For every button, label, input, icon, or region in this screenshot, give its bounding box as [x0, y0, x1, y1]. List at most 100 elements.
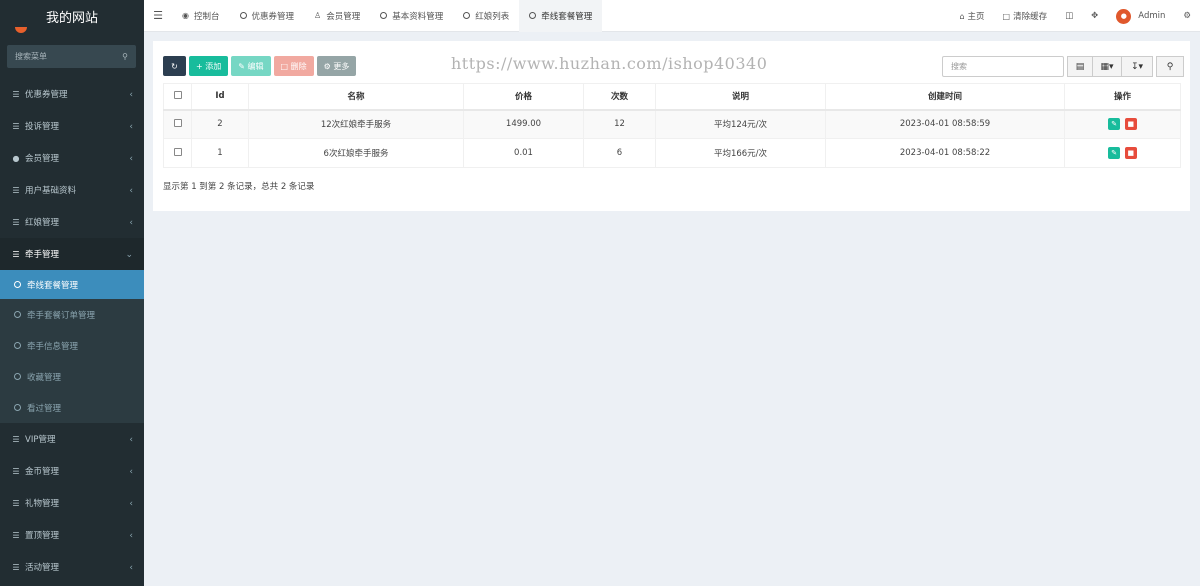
circle-icon [380, 12, 388, 19]
toggle-view-button[interactable]: ▤ [1067, 56, 1093, 77]
sidebar-item-gifts[interactable]: ☰ 礼物管理 ‹ [0, 487, 144, 519]
sidebar-item-pin-top[interactable]: ☰ 置顶管理 ‹ [0, 519, 144, 551]
cell-count: 12 [583, 109, 656, 139]
column-header-price[interactable]: 价格 [463, 83, 584, 111]
user-circle-icon: ● [12, 153, 20, 163]
sidebar-subitem-viewed[interactable]: 看过管理 [0, 392, 144, 423]
cell-count: 6 [583, 138, 656, 168]
avatar: ● [1116, 8, 1132, 24]
table-search-input[interactable]: 搜索 [942, 56, 1064, 77]
tab-dashboard[interactable]: ◉ 控制台 [172, 0, 230, 32]
refresh-button[interactable]: ↻ [163, 56, 186, 76]
brand-logo[interactable]: 我的网站 [0, 0, 144, 33]
plus-icon: + [196, 61, 203, 71]
language-button[interactable]: ◫ [1056, 11, 1082, 21]
sidebar-subitem-favorite[interactable]: 收藏管理 [0, 361, 144, 392]
fullscreen-button[interactable]: ✥ [1082, 11, 1107, 21]
user-menu[interactable]: ● Admin [1107, 8, 1174, 24]
tab-basic-profile[interactable]: 基本资料管理 [370, 0, 453, 32]
sidebar-subitem-label: 看过管理 [27, 403, 62, 414]
edit-button[interactable]: ✎ 编辑 [231, 56, 271, 76]
refresh-icon: ↻ [171, 61, 178, 71]
select-all-checkbox[interactable] [173, 90, 182, 99]
row-delete-button[interactable]: ■ [1124, 147, 1137, 159]
sidebar-item-matchmaker[interactable]: ☰ 红娘管理 ‹ [0, 206, 144, 238]
menu-search-input[interactable]: 搜索菜单 ⚲ [7, 45, 136, 68]
column-header-desc[interactable]: 说明 [655, 83, 826, 111]
tab-matchmaker-list[interactable]: 红娘列表 [453, 0, 519, 32]
pencil-icon: ✎ [1111, 120, 1118, 129]
tab-member[interactable]: ♙ 会员管理 [304, 0, 370, 32]
search-toggle-button[interactable]: ⚲ [1156, 56, 1184, 77]
list-icon: ☰ [12, 249, 20, 259]
columns-button[interactable]: ▦▾ [1092, 56, 1122, 77]
home-label: 主页 [967, 12, 985, 22]
table-row[interactable]: 1 6次红娘牵手服务 0.01 6 平均166元/次 2023-04-01 08… [163, 138, 1181, 168]
home-link[interactable]: ⌂ 主页 [950, 10, 993, 23]
delete-button[interactable]: □ 删除 [273, 56, 314, 76]
clear-cache-button[interactable]: □ 清除缓存 [994, 10, 1057, 23]
circle-icon [14, 311, 21, 318]
trash-icon: □ [1002, 11, 1011, 21]
row-edit-button[interactable]: ✎ [1108, 147, 1121, 159]
sidebar-subitem-label: 收藏管理 [27, 372, 62, 383]
cell-created: 2023-04-01 08:58:22 [825, 138, 1065, 168]
sidebar-item-handholding[interactable]: ☰ 牵手管理 ⌄ [0, 238, 144, 270]
table-row[interactable]: 2 12次红娘牵手服务 1499.00 12 平均124元/次 2023-04-… [163, 109, 1181, 139]
tab-package[interactable]: 牵线套餐管理 [519, 0, 603, 32]
column-header-name[interactable]: 名称 [248, 83, 464, 111]
sidebar-item-user-profile[interactable]: ☰ 用户基础资料 ‹ [0, 174, 144, 206]
cell-name: 6次红娘牵手服务 [248, 138, 464, 168]
more-label: 更多 [333, 61, 350, 71]
sidebar-item-label: 会员管理 [25, 154, 60, 164]
sidebar-item-label: VIP管理 [25, 435, 56, 445]
pagination-info: 显示第 1 到第 2 条记录，总共 2 条记录 [163, 182, 315, 192]
sidebar-subitem-package-order[interactable]: 牵手套餐订单管理 [0, 299, 144, 330]
search-icon[interactable]: ⚲ [122, 52, 128, 61]
sidebar-subitem-label: 牵手套餐订单管理 [27, 310, 96, 321]
search-icon: ⚲ [1166, 61, 1174, 72]
cell-actions: ✎ ■ [1064, 109, 1181, 139]
row-checkbox[interactable] [173, 147, 182, 156]
sidebar-subitem-info[interactable]: 牵手信息管理 [0, 330, 144, 361]
more-button[interactable]: ⚙ 更多 [316, 56, 357, 76]
sidebar-item-label: 投诉管理 [25, 122, 60, 132]
row-select-cell [163, 138, 192, 168]
row-edit-button[interactable]: ✎ [1108, 118, 1121, 131]
column-header-id[interactable]: Id [191, 83, 249, 111]
chevron-left-icon: ‹ [129, 154, 133, 164]
circle-icon [14, 404, 21, 411]
sidebar-subitem-package[interactable]: 牵线套餐管理 [0, 270, 144, 299]
cell-id: 2 [191, 109, 249, 139]
sidebar-item-vip[interactable]: ☰ VIP管理 ‹ [0, 423, 144, 455]
settings-button[interactable]: ⚙ [1174, 11, 1200, 21]
sidebar: 我的网站 搜索菜单 ⚲ ☰ 优惠券管理 ‹ ☰ 投诉管理 ‹ ● 会员管理 ‹ … [0, 0, 144, 586]
sidebar-subitem-label: 牵线套餐管理 [27, 280, 79, 291]
sidebar-item-coupon[interactable]: ☰ 优惠券管理 ‹ [0, 78, 144, 110]
tab-coupon[interactable]: 优惠券管理 [230, 0, 305, 32]
sidebar-item-coins[interactable]: ☰ 金币管理 ‹ [0, 455, 144, 487]
list-icon: ☰ [12, 498, 20, 508]
row-delete-button[interactable]: ■ [1124, 118, 1137, 131]
trash-icon: ■ [1127, 149, 1135, 157]
row-checkbox[interactable] [173, 118, 182, 127]
clear-cache-label: 清除缓存 [1013, 12, 1048, 22]
chevron-left-icon: ‹ [129, 218, 133, 228]
tab-label: 红娘列表 [475, 11, 510, 22]
edit-label: 编辑 [247, 61, 264, 71]
sidebar-item-complaint[interactable]: ☰ 投诉管理 ‹ [0, 110, 144, 142]
list-icon: ☰ [12, 185, 20, 195]
sidebar-item-member[interactable]: ● 会员管理 ‹ [0, 142, 144, 174]
sidebar-item-activity[interactable]: ☰ 活动管理 ‹ [0, 551, 144, 583]
cell-name: 12次红娘牵手服务 [248, 109, 464, 139]
sidebar-toggle-icon[interactable]: ☰ [144, 9, 172, 22]
fullscreen-icon: ✥ [1091, 11, 1099, 21]
export-button[interactable]: ↧▾ [1121, 56, 1153, 77]
list-icon: ☰ [12, 434, 20, 444]
cell-created: 2023-04-01 08:58:59 [825, 109, 1065, 139]
add-button[interactable]: + 添加 [189, 56, 229, 76]
column-header-count[interactable]: 次数 [583, 83, 656, 111]
list-icon: ☰ [12, 89, 20, 99]
tab-label: 基本资料管理 [392, 11, 444, 22]
column-header-created[interactable]: 创建时间 [825, 83, 1065, 111]
